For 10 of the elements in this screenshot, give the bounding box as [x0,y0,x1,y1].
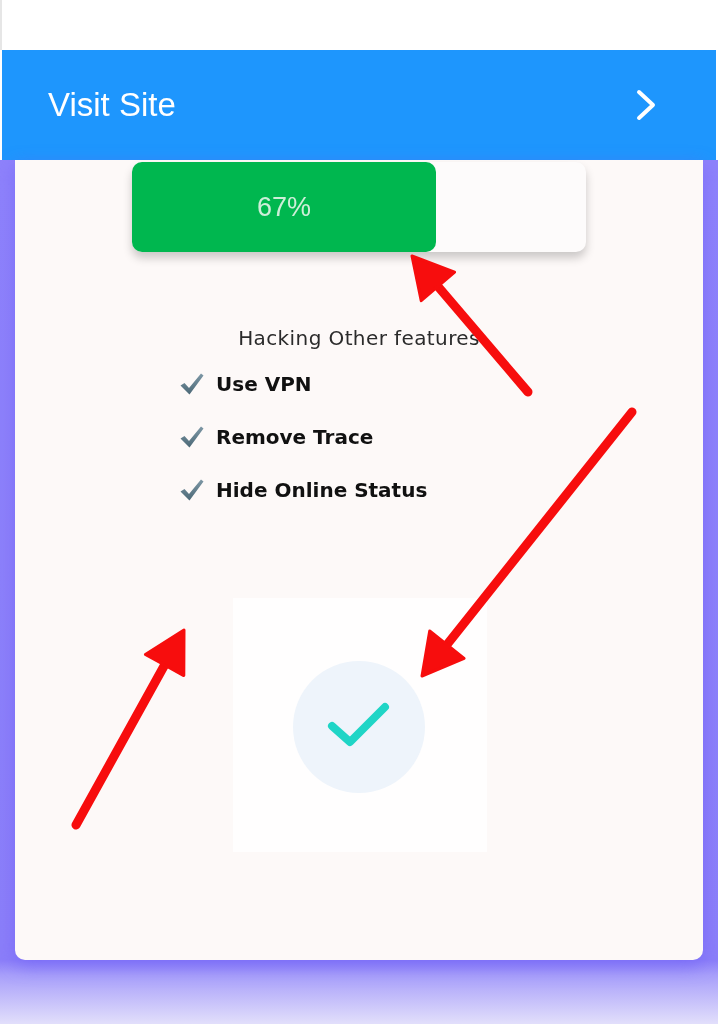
chevron-right-icon [636,89,656,121]
visit-site-button[interactable]: Visit Site [2,50,716,160]
check-mark-icon [180,478,204,501]
check-mark-icon [180,372,204,395]
feature-label: Hide Online Status [216,477,428,502]
check-mark-icon [180,425,204,448]
features-heading: Hacking Other features [238,326,480,350]
feature-label: Use VPN [216,371,312,396]
progress-percent: 67% [257,191,312,223]
feature-label: Remove Trace [216,424,374,449]
